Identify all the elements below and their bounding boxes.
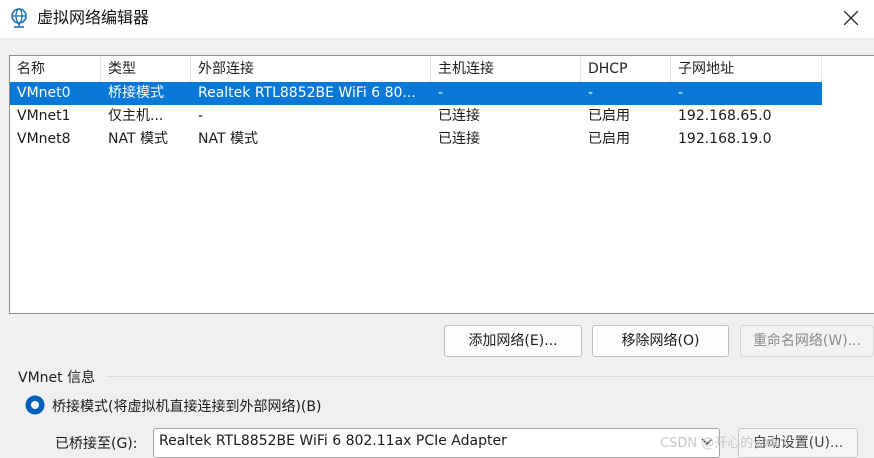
column-header-external[interactable]: 外部连接 <box>191 56 431 82</box>
close-button[interactable] <box>828 0 874 36</box>
rename-network-button[interactable]: 重命名网络(W)... <box>740 325 874 357</box>
cell-name: VMnet1 <box>17 108 71 124</box>
bridged-adapter-value: Realtek RTL8852BE WiFi 6 802.11ax PCIe A… <box>159 433 507 449</box>
cell-subnet: - <box>678 85 684 101</box>
cell-subnet: 192.168.19.0 <box>678 131 772 147</box>
column-header-name[interactable]: 名称 <box>10 56 101 82</box>
cell-type: 桥接模式 <box>108 85 164 101</box>
column-header-host[interactable]: 主机连接 <box>431 56 581 82</box>
table-row[interactable]: VMnet8 NAT 模式 NAT 模式 已连接 已启用 192.168.19.… <box>10 128 822 151</box>
add-network-button[interactable]: 添加网络(E)... <box>444 325 582 357</box>
cell-dhcp: 已启用 <box>588 108 630 124</box>
column-header-dhcp[interactable]: DHCP <box>581 56 671 82</box>
table-row[interactable]: VMnet0 桥接模式 Realtek RTL8852BE WiFi 6 80.… <box>10 82 822 105</box>
bridge-mode-radio[interactable] <box>25 395 45 415</box>
bridged-to-label: 已桥接至(G): <box>55 436 138 452</box>
bridge-mode-label[interactable]: 桥接模式(将虚拟机直接连接到外部网络)(B) <box>52 396 321 416</box>
title-bar: 虚拟网络编辑器 <box>0 0 874 38</box>
column-header-subnet[interactable]: 子网地址 <box>671 56 822 82</box>
vmnet-info-label: VMnet 信息 <box>18 370 96 386</box>
bridged-adapter-select[interactable]: Realtek RTL8852BE WiFi 6 802.11ax PCIe A… <box>153 428 720 458</box>
watermark: CSDN @开心的wxk <box>660 436 780 451</box>
network-globe-icon <box>11 8 27 28</box>
window-title: 虚拟网络编辑器 <box>37 8 150 27</box>
cell-external: NAT 模式 <box>198 131 258 147</box>
table-row[interactable]: VMnet1 仅主机... - 已连接 已启用 192.168.65.0 <box>10 105 822 128</box>
cell-external: Realtek RTL8852BE WiFi 6 80... <box>198 85 416 101</box>
cell-dhcp: - <box>588 85 594 101</box>
cell-external: - <box>198 108 204 124</box>
cell-name: VMnet0 <box>17 85 71 101</box>
cell-host: - <box>438 85 444 101</box>
column-header-type[interactable]: 类型 <box>101 56 191 82</box>
cell-host: 已连接 <box>438 131 480 147</box>
cell-dhcp: 已启用 <box>588 131 630 147</box>
group-divider <box>107 376 874 377</box>
cell-type: 仅主机... <box>108 108 164 124</box>
cell-type: NAT 模式 <box>108 131 168 147</box>
close-icon <box>844 11 858 25</box>
cell-subnet: 192.168.65.0 <box>678 108 772 124</box>
remove-network-button[interactable]: 移除网络(O) <box>592 325 729 357</box>
cell-name: VMnet8 <box>17 131 71 147</box>
cell-host: 已连接 <box>438 108 480 124</box>
network-list[interactable]: 名称 类型 外部连接 主机连接 DHCP 子网地址 VMnet0 桥接模式 Re… <box>9 55 874 314</box>
